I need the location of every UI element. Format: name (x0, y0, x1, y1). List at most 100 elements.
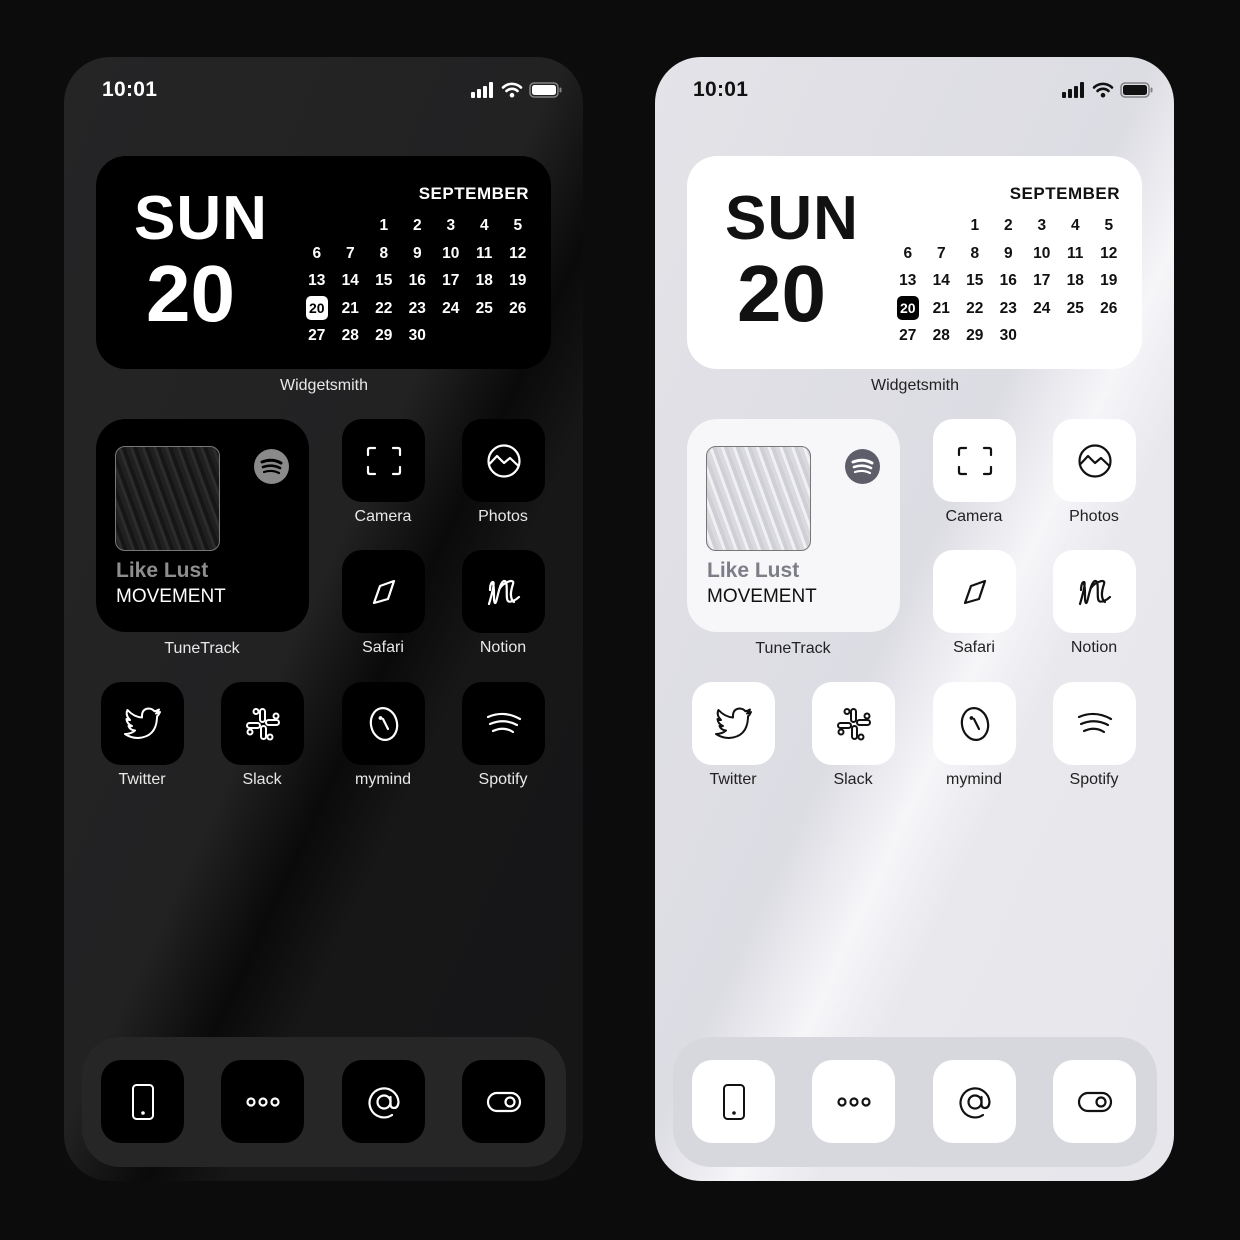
dock (673, 1037, 1157, 1167)
calendar-day: 17 (434, 267, 468, 295)
calendar-day-number: 7 (345, 244, 355, 262)
calendar-day: 26 (1092, 295, 1126, 323)
app-mymind[interactable] (933, 682, 1016, 765)
app-label-notion: Notion (1070, 639, 1118, 656)
mymind-icon (368, 705, 400, 743)
day-number: 20 (737, 249, 826, 338)
calendar-widget[interactable]: SUN 20 SEPTEMBER 1 2 3 4 5 6 7 8 9 10 11 12 13 14 15 16… (96, 156, 551, 369)
calendar-day: 14 (925, 267, 959, 295)
app-twitter[interactable] (692, 682, 775, 765)
app-photos[interactable] (1053, 419, 1136, 502)
month-name: SEPTEMBER (418, 184, 529, 203)
dock-phone[interactable] (101, 1060, 184, 1143)
calendar-day: 24 (434, 295, 468, 323)
calendar-day-number: 29 (375, 327, 393, 344)
dock-settings[interactable] (462, 1060, 545, 1143)
app-label-safari: Safari (362, 639, 404, 656)
calendar-day: 27 (891, 322, 925, 350)
calendar-day: 4 (1059, 212, 1093, 240)
calendar-widget[interactable]: SUN 20 SEPTEMBER 1 2 3 4 5 6 7 8 9 10 11 12 13 14 15 16… (687, 156, 1142, 369)
calendar-day: 2 (992, 212, 1026, 240)
dock (82, 1037, 566, 1167)
calendar-day-number: 6 (903, 244, 913, 262)
calendar-day: 30 (992, 322, 1026, 350)
calendar-day-number: 5 (1104, 217, 1114, 234)
calendar-day-number: 8 (970, 244, 980, 262)
app-spotify[interactable] (462, 682, 545, 765)
album-art (115, 446, 220, 551)
phone-light-theme: 10:01 SUN 20 SEPTEMBER 1 2 3 4 5 6 7 8 9 10 11 12 13… (655, 57, 1174, 1181)
calendar-day: 3 (1025, 212, 1059, 240)
app-camera[interactable] (933, 419, 1016, 502)
app-label-mymind: mymind (945, 771, 1002, 788)
calendar-day-number: 20 (896, 295, 919, 320)
dock-mail[interactable] (342, 1060, 425, 1143)
app-label-mymind: mymind (354, 771, 411, 788)
twitter-bird-icon (714, 707, 754, 741)
dock-phone[interactable] (692, 1060, 775, 1143)
calendar-day-number: 15 (966, 272, 984, 289)
day-number: 20 (146, 249, 235, 338)
calendar-day: 26 (501, 295, 535, 323)
calendar-day-number: 28 (932, 327, 950, 344)
calendar-day: 8 (958, 240, 992, 268)
dock-messages[interactable] (221, 1060, 304, 1143)
app-photos[interactable] (462, 419, 545, 502)
app-notion[interactable] (462, 550, 545, 633)
calendar-day-number: 14 (932, 272, 950, 289)
calendar-day: 4 (468, 212, 502, 240)
app-mymind[interactable] (342, 682, 425, 765)
day-name: SUN (134, 184, 268, 253)
dock-mail[interactable] (933, 1060, 1016, 1143)
photos-mountain-icon (486, 443, 522, 479)
app-label-safari: Safari (953, 639, 995, 656)
ellipsis-icon (836, 1096, 871, 1108)
calendar-day-number: 3 (446, 217, 456, 234)
mymind-icon (959, 705, 991, 743)
music-widget[interactable]: Like Lust MOVEMENT (687, 419, 900, 632)
battery-icon (1120, 82, 1154, 98)
app-label-spotify: Spotify (1069, 771, 1119, 788)
calendar-day-number: 8 (379, 244, 389, 262)
app-safari[interactable] (342, 550, 425, 633)
dock-messages[interactable] (812, 1060, 895, 1143)
music-widget[interactable]: Like Lust MOVEMENT (96, 419, 309, 632)
photos-mountain-icon (1077, 443, 1113, 479)
widget-label-widgetsmith: Widgetsmith (279, 377, 369, 394)
calendar-day: 18 (1059, 267, 1093, 295)
phone-dark-theme: 10:01 SUN 20 SEPTEMBER 1 2 3 4 5 6 7 8 9 10 11 12 13… (64, 57, 583, 1181)
widget-label-tunetrack: TuneTrack (755, 640, 831, 657)
app-twitter[interactable] (101, 682, 184, 765)
widget-label-tunetrack: TuneTrack (164, 640, 240, 657)
app-notion[interactable] (1053, 550, 1136, 633)
calendar-day: 10 (1025, 240, 1059, 268)
calendar-day: 15 (958, 267, 992, 295)
app-safari[interactable] (933, 550, 1016, 633)
spotify-icon (845, 449, 880, 484)
month-name: SEPTEMBER (1009, 184, 1120, 203)
notion-n-icon (486, 576, 522, 608)
status-bar: 10:01 (102, 77, 563, 103)
app-label-photos: Photos (1069, 508, 1119, 525)
ellipsis-icon (245, 1096, 280, 1108)
calendar-day-number: 9 (412, 244, 422, 262)
app-slack[interactable] (812, 682, 895, 765)
dock-settings[interactable] (1053, 1060, 1136, 1143)
app-spotify[interactable] (1053, 682, 1136, 765)
app-camera[interactable] (342, 419, 425, 502)
app-slack[interactable] (221, 682, 304, 765)
calendar-day-number: 19 (509, 272, 527, 289)
calendar-day-number: 6 (312, 244, 322, 262)
calendar-day-number: 15 (375, 272, 393, 289)
calendar-blank (891, 212, 925, 240)
wifi-icon (501, 82, 523, 98)
calendar-day: 1 (958, 212, 992, 240)
calendar-day: 21 (334, 295, 368, 323)
status-bar: 10:01 (693, 77, 1154, 103)
calendar-day-today: 20 (300, 295, 334, 323)
calendar-day: 19 (1092, 267, 1126, 295)
calendar-day: 22 (958, 295, 992, 323)
calendar-day: 16 (401, 267, 435, 295)
song-artist: MOVEMENT (707, 586, 817, 607)
wifi-icon (1092, 82, 1114, 98)
